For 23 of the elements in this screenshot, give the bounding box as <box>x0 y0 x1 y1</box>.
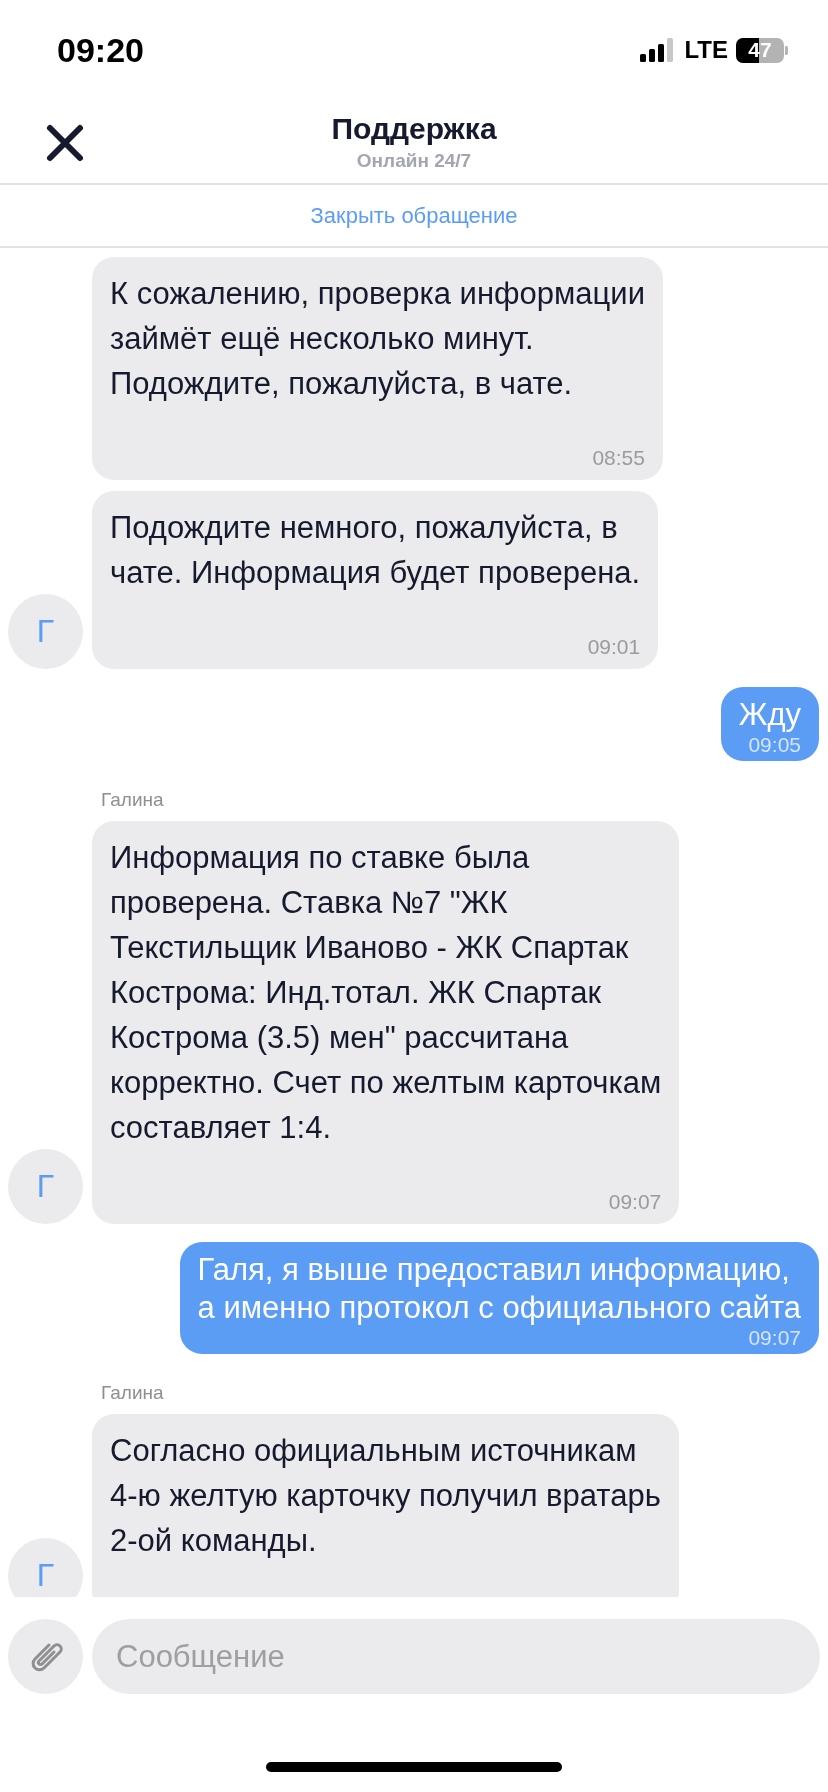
network-type: LTE <box>684 36 728 64</box>
message-time: 09:07 <box>608 1190 662 1214</box>
message-input[interactable]: Сообщение <box>92 1619 820 1694</box>
message-text: Подождите немного, пожалуйста, в чате. Информация будет проверена. <box>110 509 641 592</box>
avatar: Г <box>8 1538 83 1597</box>
chat-status: Онлайн 24/7 <box>356 149 472 172</box>
message-text: Галя, я выше предоставил информацию, а именно протокол с официального сайта <box>197 1251 801 1327</box>
message-text: Жду <box>738 696 801 734</box>
message-time: 08:55 <box>592 446 645 470</box>
avatar: Г <box>8 1149 83 1224</box>
sender-name: Галина <box>100 1382 165 1404</box>
avatar: Г <box>8 594 83 669</box>
message-text: К сожалению, проверка информации займёт ещё несколько минут. Подождите, пожалуйста, в чате. <box>110 275 645 403</box>
close-request-link[interactable]: Закрыть обращение <box>306 198 522 233</box>
close-button[interactable] <box>44 122 86 164</box>
sender-name: Галина <box>100 789 165 811</box>
clock-time: 09:20 <box>57 30 144 70</box>
message-time: 09:01 <box>587 635 641 659</box>
message-time: 09:07 <box>748 1327 801 1349</box>
message-time: 09:05 <box>748 734 801 756</box>
message-text: Согласно официальным источникам 4-ю желтую карточку получил вратарь 2-ой команды. <box>110 1432 661 1560</box>
chat-title: Поддержка <box>331 111 497 146</box>
message-text: Информация по ставке была проверена. Ставка №7 "ЖК Текстильщик Иваново - ЖК Спартак Кострома: Инд.тотал. ЖК Спартак Кострома (3.5) мен" рассчитана корректно. Счет по желтым карточкам составляет 1:4. <box>110 839 662 1147</box>
